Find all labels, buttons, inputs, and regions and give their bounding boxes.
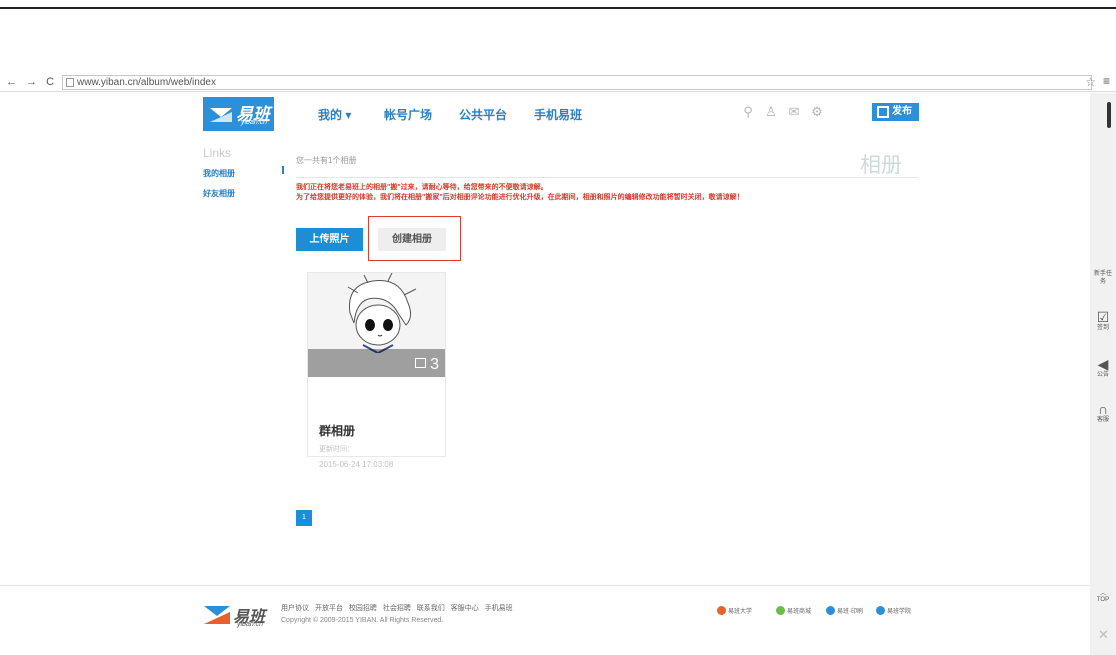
partner-label: 易班大学 — [728, 609, 753, 615]
bookmark-star-icon[interactable]: ☆ — [1085, 75, 1096, 89]
rail-label: 客服 — [1096, 417, 1109, 423]
partner-yiban-mall[interactable]: 易班商城 — [776, 606, 811, 618]
sidebar-item-friend-albums[interactable]: 好友相册 — [203, 188, 235, 199]
partner-yiban-print[interactable]: 易班·印刷 — [826, 606, 863, 618]
search-icon[interactable]: ⚲ — [741, 105, 755, 119]
partner-logo-icon — [776, 606, 785, 615]
publish-button[interactable]: 发布 — [872, 103, 919, 121]
close-icon[interactable]: ✕ — [1098, 627, 1109, 643]
browser-toolbar: ← → C www.yiban.cn/album/web/index ☆ ≡ — [0, 74, 1116, 92]
copyright: Copyright © 2009-2015 YIBAN. All Rights … — [281, 617, 444, 624]
footer-logo-subtext: yiban.cn — [237, 621, 264, 628]
nav-mobile-yiban[interactable]: 手机易班 — [534, 106, 582, 123]
highlight-box — [368, 216, 461, 261]
site-logo[interactable]: 易班 yiban.cn — [203, 97, 274, 131]
rail-announcement[interactable]: ◀ 公告 — [1094, 357, 1112, 379]
url-text: www.yiban.cn/album/web/index — [77, 77, 216, 88]
mail-icon[interactable]: ✉ — [787, 105, 801, 119]
album-cover[interactable]: 3 — [308, 273, 445, 377]
partner-logo-icon — [876, 606, 885, 615]
back-to-top-button[interactable]: ︿ TOP — [1094, 588, 1112, 603]
yiban-bird-icon — [210, 108, 232, 122]
rail-checkin[interactable]: ☑ 签到 — [1094, 310, 1112, 332]
sidebar-item-my-albums[interactable]: 我的相册 — [203, 168, 235, 179]
image-icon — [415, 358, 427, 368]
browser-nav-buttons[interactable]: ← → C — [6, 76, 57, 88]
photo-count-value: 3 — [430, 356, 439, 373]
footer-links[interactable]: 用户协议 开放平台 校园招聘 社会招聘 联系我们 客服中心 手机易班 — [281, 603, 513, 613]
sidebar-title: Links — [203, 146, 232, 160]
browser-menu-icon[interactable]: ≡ — [1103, 74, 1110, 88]
upload-photo-button[interactable]: 上传照片 — [296, 228, 363, 251]
yiban-bird-icon — [204, 606, 230, 624]
album-count: 您一共有1个相册 — [296, 156, 357, 165]
partner-logo-icon — [717, 606, 726, 615]
album-card[interactable]: 3 群相册 更新时间： 2015-06-24 17:03:08 — [307, 272, 446, 469]
page-title: 相册 — [860, 154, 902, 177]
headset-icon: ∩ — [1097, 401, 1109, 417]
rail-label: 签到 — [1096, 325, 1109, 331]
album-name[interactable]: 群相册 — [319, 422, 355, 439]
rail-newbie-tasks[interactable]: 新手任务 — [1094, 270, 1112, 286]
notice-line-1: 我们正在将您老易班上的相册"搬"过来，请耐心等待，给您带来的不便敬请谅解。 — [296, 184, 548, 191]
top-label: TOP — [1096, 597, 1110, 603]
footer-divider — [0, 585, 1090, 586]
address-bar[interactable]: www.yiban.cn/album/web/index — [62, 75, 1092, 90]
partner-logo-icon — [826, 606, 835, 615]
partner-label: 易班·印刷 — [837, 609, 863, 615]
rail-customer-service[interactable]: ∩ 客服 — [1094, 402, 1112, 424]
logo-subtext: yiban.cn — [241, 119, 268, 126]
anime-character-image — [347, 273, 417, 353]
title-divider — [296, 177, 918, 178]
top-rule — [0, 7, 1116, 9]
partner-label: 易班商城 — [787, 609, 812, 615]
user-icon[interactable]: ♙ — [764, 105, 778, 119]
gear-icon[interactable]: ⚙ — [810, 105, 824, 119]
photo-count: 3 — [415, 356, 439, 374]
album-updated-label: 更新时间： — [319, 446, 354, 453]
album-updated-time: 2015-06-24 17:03:08 — [319, 460, 394, 469]
nav-account-square[interactable]: 帐号广场 — [384, 106, 432, 123]
nav-mine[interactable]: 我的 ▾ — [318, 106, 351, 123]
partner-label: 易班学院 — [887, 609, 912, 615]
speaker-icon: ◀ — [1097, 356, 1109, 372]
sidebar-active-marker — [282, 166, 284, 174]
publish-label: 发布 — [892, 106, 912, 117]
nav-public-platform[interactable]: 公共平台 — [459, 106, 507, 123]
partner-yiban-university[interactable]: 易班大学 — [717, 606, 752, 618]
partner-yiban-college[interactable]: 易班学院 — [876, 606, 911, 618]
edit-icon — [877, 106, 889, 118]
notice-line-2: 为了给您提供更好的体验，我们将在相册"搬家"后对相册评论功能进行优化升级，在此期… — [296, 194, 744, 201]
scrollbar-thumb[interactable] — [1107, 102, 1111, 128]
page-1-button[interactable]: 1 — [296, 510, 312, 526]
footer-logo[interactable]: 易班 yiban.cn — [203, 601, 278, 631]
rail-label: 新手任务 — [1094, 271, 1113, 285]
page-icon — [66, 78, 74, 87]
checkin-icon: ☑ — [1096, 309, 1110, 325]
rail-label: 公告 — [1096, 372, 1109, 378]
